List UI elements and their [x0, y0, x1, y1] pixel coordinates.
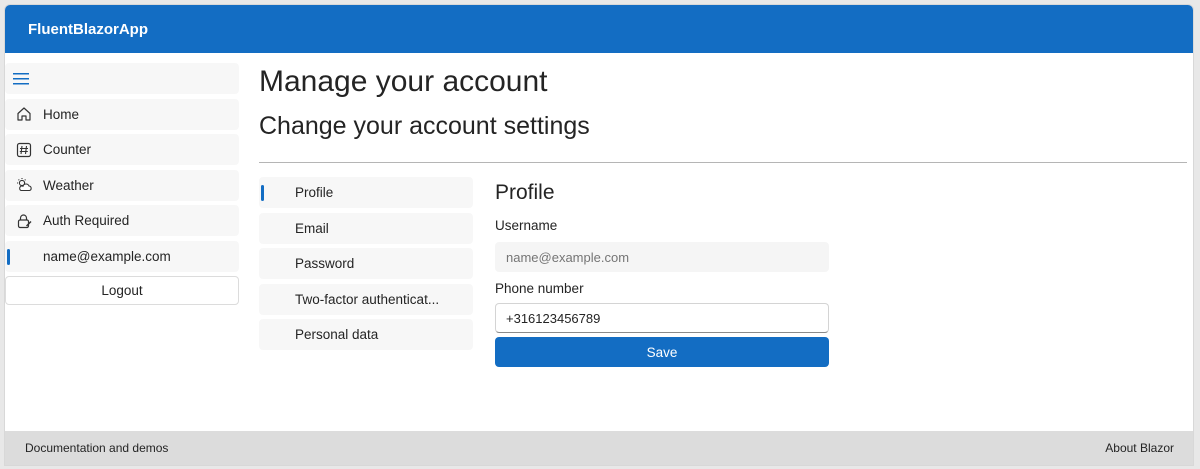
sidebar-item-label: Home: [43, 106, 80, 122]
form-title: Profile: [495, 181, 555, 204]
sidebar-item-label: Weather: [43, 177, 94, 193]
weather-icon: [15, 176, 33, 194]
account-subnav: Profile Email Password Two-factor authen…: [259, 177, 473, 355]
sidebar-item-auth-required[interactable]: Auth Required: [5, 205, 239, 236]
home-icon: [15, 105, 33, 123]
page-subtitle: Change your account settings: [259, 112, 590, 140]
subnav-item-label: Personal data: [295, 327, 379, 342]
sidebar-item-account[interactable]: name@example.com: [5, 240, 239, 272]
about-blazor-link[interactable]: About Blazor: [1105, 441, 1174, 455]
profile-form: Profile Username Phone number Save: [495, 179, 829, 367]
app-title: FluentBlazorApp: [28, 20, 148, 38]
subnav-item-personal-data[interactable]: Personal data: [259, 319, 473, 350]
subnav-item-two-factor[interactable]: Two-factor authenticat...: [259, 283, 473, 315]
username-field: [495, 242, 829, 272]
sidebar-item-label: name@example.com: [43, 248, 171, 264]
sidebar-item-label: Counter: [43, 142, 92, 157]
sidebar-item-label: Auth Required: [43, 213, 130, 228]
active-indicator: [261, 185, 264, 201]
sidebar-item-counter[interactable]: Counter: [5, 134, 239, 165]
subnav-item-label: Email: [295, 220, 329, 236]
subnav-item-email[interactable]: Email: [259, 212, 473, 244]
app-window: FluentBlazorApp Home Counter Weather Aut…: [4, 4, 1194, 466]
sidebar-item-home[interactable]: Home: [5, 98, 239, 130]
documentation-link[interactable]: Documentation and demos: [25, 441, 168, 455]
footer: Documentation and demos About Blazor: [5, 431, 1193, 465]
sidebar-item-weather[interactable]: Weather: [5, 169, 239, 201]
divider: [259, 162, 1187, 163]
subnav-item-profile[interactable]: Profile: [259, 177, 473, 208]
sidebar-nav: Home Counter Weather Auth Required name@…: [5, 63, 239, 305]
subnav-item-label: Profile: [295, 185, 334, 200]
app-header: FluentBlazorApp: [5, 5, 1193, 53]
active-indicator: [7, 248, 10, 265]
subnav-item-label: Two-factor authenticat...: [295, 291, 440, 307]
save-button[interactable]: Save: [495, 337, 829, 367]
lock-icon: [15, 212, 33, 230]
nav-toggle-button[interactable]: [5, 63, 239, 94]
phone-label: Phone number: [495, 281, 584, 296]
subnav-item-password[interactable]: Password: [259, 248, 473, 279]
logout-button[interactable]: Logout: [5, 275, 239, 305]
subnav-item-label: Password: [295, 256, 355, 271]
page-title: Manage your account: [259, 65, 548, 98]
phone-number-field[interactable]: [495, 303, 829, 333]
main-content: Manage your account Change your account …: [259, 63, 1187, 367]
hamburger-icon: [13, 72, 29, 84]
counter-icon: [15, 141, 33, 159]
username-label: Username: [495, 218, 558, 233]
